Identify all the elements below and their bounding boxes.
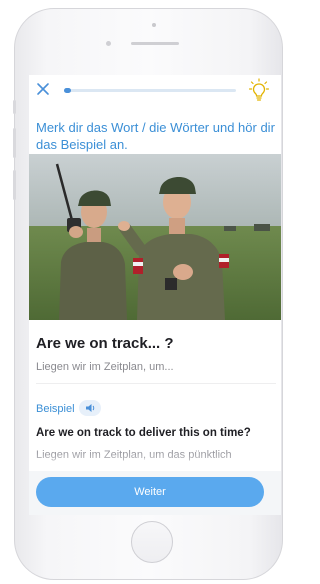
term-translation: Liegen wir im Zeitplan, um... xyxy=(36,361,174,373)
proximity-sensor xyxy=(152,23,156,27)
vocabulary-term: Are we on track... ? xyxy=(36,335,174,352)
lesson-progress-fill xyxy=(64,88,71,93)
front-camera xyxy=(106,41,111,46)
example-label: Beispiel xyxy=(36,403,75,415)
section-divider xyxy=(36,383,276,384)
lesson-top-bar xyxy=(29,75,281,106)
continue-button[interactable]: Weiter xyxy=(36,477,264,507)
play-example-audio-button[interactable] xyxy=(79,400,101,416)
volume-up-button xyxy=(13,128,16,158)
lightbulb-icon[interactable] xyxy=(249,78,269,102)
example-sentence: Are we on track to deliver this on time? xyxy=(36,427,251,439)
lesson-progress-bar xyxy=(64,88,236,93)
instruction-text: Merk dir das Wort / die Wörter und hör d… xyxy=(36,120,275,152)
volume-down-button xyxy=(13,170,16,200)
vocabulary-photo xyxy=(29,154,281,320)
close-icon[interactable] xyxy=(35,81,51,97)
mute-switch xyxy=(13,100,16,114)
home-button[interactable] xyxy=(131,521,173,563)
earpiece-speaker xyxy=(131,42,179,45)
speaker-icon xyxy=(86,404,95,412)
app-screen: Merk dir das Wort / die Wörter und hör d… xyxy=(29,75,281,515)
photo-soldiers xyxy=(29,154,281,320)
